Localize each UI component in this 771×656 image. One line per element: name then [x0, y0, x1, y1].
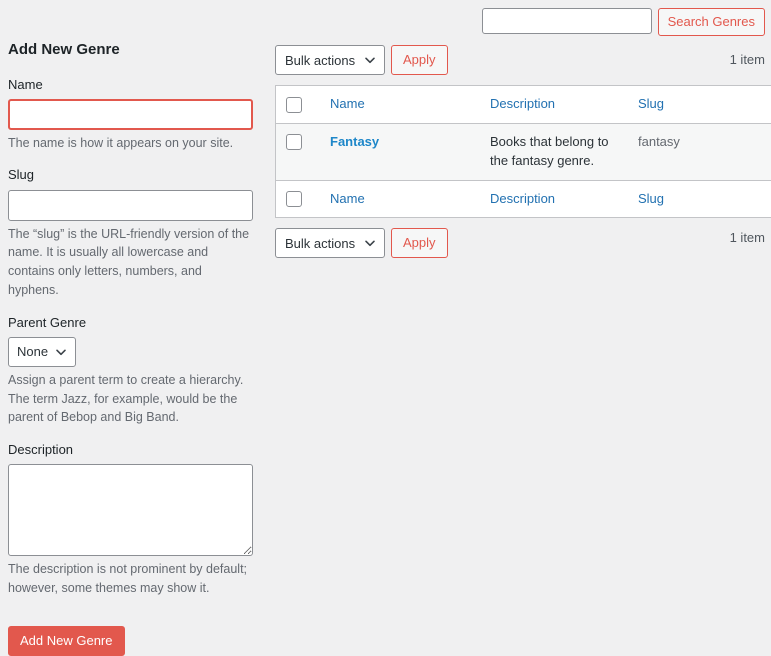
search-input[interactable]: [482, 8, 652, 34]
tablenav-top: Bulk actions Apply: [275, 45, 765, 77]
tablenav-bottom: Bulk actions Apply: [275, 228, 765, 260]
select-all-header-top: [276, 86, 321, 124]
parent-genre-hint: Assign a parent term to create a hierarc…: [8, 371, 256, 427]
table-header-row: Name Description Slug Count: [276, 86, 771, 124]
column-header-count-top: Count: [748, 86, 771, 124]
term-slug: fantasy: [638, 134, 680, 149]
bulk-actions-select-bottom[interactable]: Bulk actions: [275, 228, 385, 258]
sort-by-name-link-top[interactable]: Name: [330, 96, 365, 111]
row-count-cell: 0: [748, 123, 771, 180]
column-header-name-bottom: Name: [320, 180, 480, 218]
select-all-checkbox-bottom[interactable]: [286, 191, 302, 207]
page-title: Add New Genre: [8, 40, 258, 60]
column-header-description-top: Description: [480, 86, 628, 124]
table-footer-row: Name Description Slug Count: [276, 180, 771, 218]
name-input[interactable]: [8, 99, 253, 130]
sort-by-description-link-top[interactable]: Description: [490, 96, 555, 111]
column-header-description-bottom: Description: [480, 180, 628, 218]
row-slug-cell: fantasy: [628, 123, 748, 180]
column-header-name-top: Name: [320, 86, 480, 124]
row-description-cell: Books that belong to the fantasy genre.: [480, 123, 628, 180]
search-genres-button[interactable]: Search Genres: [658, 8, 765, 36]
parent-genre-select[interactable]: None: [8, 337, 76, 367]
item-count-bottom: 1 item: [730, 230, 765, 245]
table-row: Fantasy Books that belong to the fantasy…: [276, 123, 771, 180]
sort-by-slug-link-top[interactable]: Slug: [638, 96, 664, 111]
slug-input[interactable]: [8, 190, 253, 221]
apply-button-top[interactable]: Apply: [391, 45, 448, 75]
slug-field-label: Slug: [8, 166, 258, 184]
column-header-count-bottom: Count: [748, 180, 771, 218]
parent-genre-select-wrap: None: [8, 337, 76, 367]
add-new-genre-button[interactable]: Add New Genre: [8, 626, 125, 656]
name-field-hint: The name is how it appears on your site.: [8, 134, 256, 153]
row-checkbox[interactable]: [286, 134, 302, 150]
sort-by-name-link-bottom[interactable]: Name: [330, 191, 365, 206]
sort-by-description-link-bottom[interactable]: Description: [490, 191, 555, 206]
bulk-actions-select-wrap-top: Bulk actions: [275, 45, 385, 75]
name-field-label: Name: [8, 76, 258, 94]
row-select-cell: [276, 123, 321, 180]
slug-field-hint: The “slug” is the URL-friendly version o…: [8, 225, 256, 300]
sort-by-slug-link-bottom[interactable]: Slug: [638, 191, 664, 206]
description-field-label: Description: [8, 441, 258, 459]
add-new-genre-form: Add New Genre Name The name is how it ap…: [8, 40, 258, 656]
term-description: Books that belong to the fantasy genre.: [490, 134, 609, 168]
term-name-link[interactable]: Fantasy: [330, 134, 379, 149]
apply-button-bottom[interactable]: Apply: [391, 228, 448, 258]
select-all-header-bottom: [276, 180, 321, 218]
genres-list-panel: Bulk actions Apply Name Description: [275, 45, 765, 260]
description-textarea[interactable]: [8, 464, 253, 556]
column-header-slug-top: Slug: [628, 86, 748, 124]
row-name-cell: Fantasy: [320, 123, 480, 180]
table-footer: Name Description Slug Count: [276, 180, 771, 218]
description-field-hint: The description is not prominent by defa…: [8, 560, 256, 598]
column-header-slug-bottom: Slug: [628, 180, 748, 218]
search-genres-form: Search Genres: [275, 8, 765, 38]
table-header: Name Description Slug Count: [276, 86, 771, 124]
bulk-actions-select-wrap-bottom: Bulk actions: [275, 228, 385, 258]
genres-table: Name Description Slug Count Fantasy: [275, 85, 771, 218]
table-body: Fantasy Books that belong to the fantasy…: [276, 123, 771, 180]
bulk-actions-select-top[interactable]: Bulk actions: [275, 45, 385, 75]
parent-genre-label: Parent Genre: [8, 314, 258, 332]
select-all-checkbox-top[interactable]: [286, 97, 302, 113]
